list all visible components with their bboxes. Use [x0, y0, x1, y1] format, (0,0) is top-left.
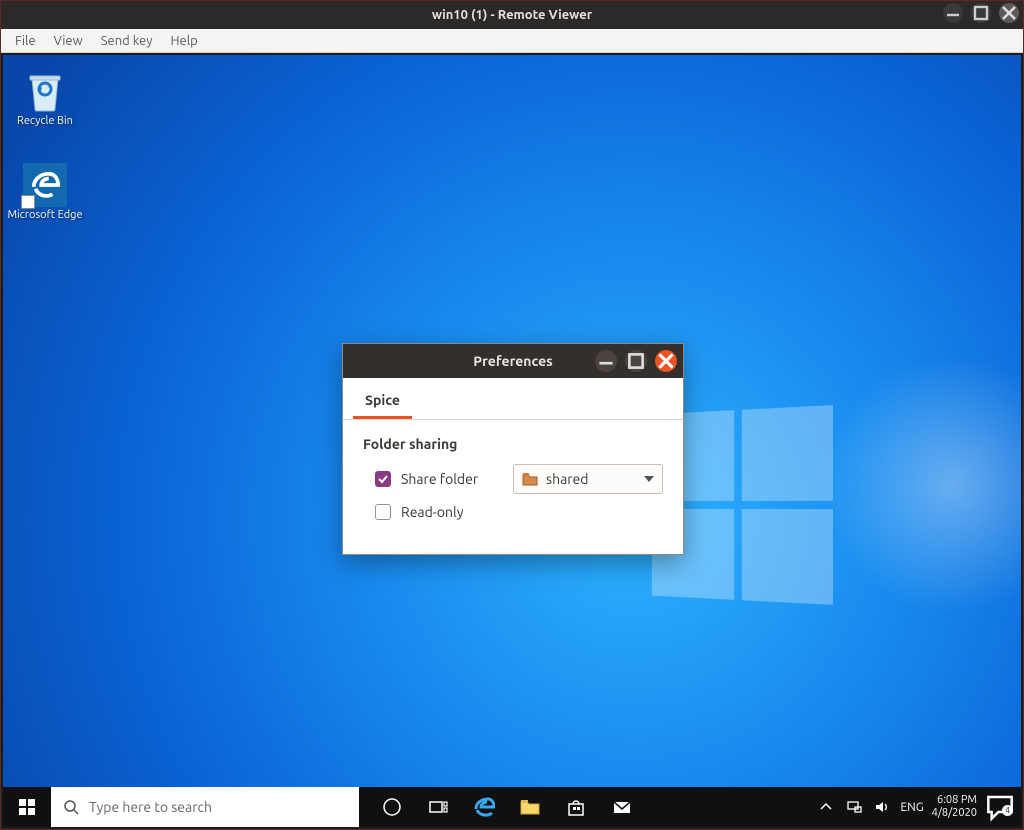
taskbar-mail[interactable] [599, 787, 645, 827]
guest-viewport: Recycle Bin Microsoft Edge Preferences [3, 55, 1021, 827]
readonly-checkbox[interactable] [375, 504, 391, 520]
tray-time: 6:08 PM [932, 794, 977, 807]
search-placeholder: Type here to search [89, 799, 212, 815]
task-view-button[interactable] [415, 787, 461, 827]
cortana-button[interactable] [369, 787, 415, 827]
recycle-bin-icon [23, 69, 67, 113]
taskbar-search[interactable]: Type here to search [51, 787, 359, 827]
desktop-icon-microsoft-edge[interactable]: Microsoft Edge [7, 163, 83, 222]
taskbar-file-explorer[interactable] [507, 787, 553, 827]
search-icon [63, 799, 79, 815]
menubar: File View Send key Help [1, 29, 1023, 53]
windows-desktop[interactable]: Recycle Bin Microsoft Edge Preferences [3, 55, 1021, 827]
system-tray: ENG 6:08 PM 4/8/2020 4 [816, 787, 1021, 827]
maximize-button[interactable] [971, 3, 991, 23]
edge-icon [23, 163, 67, 207]
folder-select[interactable]: shared [513, 464, 663, 494]
windows-logo-icon [19, 799, 35, 815]
preferences-titlebar[interactable]: Preferences [343, 344, 683, 378]
close-button[interactable] [999, 3, 1019, 23]
action-center-button[interactable]: 4 [985, 792, 1015, 822]
tray-volume-icon[interactable] [872, 799, 892, 815]
tray-clock[interactable]: 6:08 PM 4/8/2020 [932, 794, 977, 819]
menu-help[interactable]: Help [162, 32, 205, 50]
readonly-label: Read-only [401, 504, 463, 520]
window-title: win10 (1) - Remote Viewer [1, 8, 1023, 22]
start-button[interactable] [3, 787, 51, 827]
prefs-close-button[interactable] [655, 350, 677, 372]
menu-view[interactable]: View [46, 32, 91, 50]
tray-overflow[interactable] [816, 799, 836, 815]
taskbar-edge[interactable] [461, 787, 507, 827]
menu-send-key[interactable]: Send key [93, 32, 161, 50]
prefs-maximize-button[interactable] [625, 350, 647, 372]
tray-language[interactable]: ENG [900, 801, 923, 814]
tab-spice[interactable]: Spice [353, 384, 412, 419]
prefs-minimize-button[interactable] [595, 350, 617, 372]
tray-date: 4/8/2020 [932, 807, 977, 820]
minimize-button[interactable] [943, 3, 963, 23]
desktop-icon-label: Microsoft Edge [7, 209, 83, 222]
windows-taskbar: Type here to search ENG 6:08 PM [3, 787, 1021, 827]
section-folder-sharing: Folder sharing [363, 436, 663, 452]
menu-file[interactable]: File [7, 32, 44, 50]
share-folder-checkbox[interactable] [375, 471, 391, 487]
desktop-icon-recycle-bin[interactable]: Recycle Bin [7, 69, 83, 127]
tray-network-icon[interactable] [844, 799, 864, 815]
preferences-dialog: Preferences Spice Folder sharing [342, 343, 684, 555]
desktop-icon-label: Recycle Bin [7, 115, 83, 127]
chevron-down-icon [644, 476, 654, 482]
folder-select-label: shared [546, 471, 636, 487]
taskbar-store[interactable] [553, 787, 599, 827]
folder-icon [522, 472, 538, 486]
preferences-tabs: Spice [343, 378, 683, 420]
wallpaper-light [823, 355, 1021, 615]
share-folder-label: Share folder [401, 471, 478, 487]
outer-titlebar[interactable]: win10 (1) - Remote Viewer [1, 1, 1023, 29]
remote-viewer-window: win10 (1) - Remote Viewer File View Send… [0, 0, 1024, 830]
notification-badge: 4 [1002, 805, 1013, 816]
